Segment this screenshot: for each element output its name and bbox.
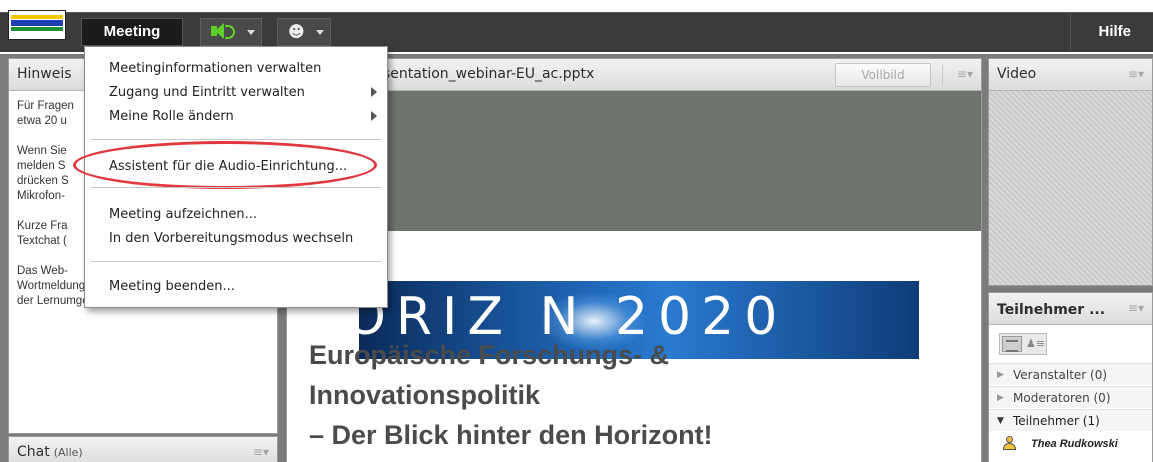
- attendee-row[interactable]: Thea Rudkowski: [989, 433, 1152, 455]
- video-pod-header: Video ≡▾: [989, 59, 1152, 91]
- chat-pod-header: Chat (Alle) ≡▾: [9, 437, 277, 462]
- notes-pod-title: Hinweis: [17, 66, 72, 82]
- menu-item-prepare-mode[interactable]: In den Vorbereitungsmodus wechseln: [109, 231, 353, 246]
- attendee-name: Thea Rudkowski: [1031, 438, 1118, 450]
- chat-pod-title: Chat (Alle): [17, 444, 83, 460]
- camera-person-icon: ☻: [288, 22, 305, 41]
- pod-menu-icon[interactable]: ≡▾: [957, 67, 973, 81]
- slide-title: Europäische Forschungs- & Innovationspol…: [309, 335, 909, 455]
- meeting-dropdown-menu: Meetinginformationen verwalten Zugang un…: [73, 46, 388, 308]
- attendees-pod: Teilnehmer ... ≡▾ ♟≡ ▶ Veranstalter (0) …: [988, 292, 1153, 462]
- chat-title-label: Chat: [17, 444, 50, 460]
- grid-view-icon[interactable]: ♟≡: [1026, 337, 1045, 351]
- pod-menu-icon[interactable]: ≡▾: [1128, 301, 1144, 315]
- slide-title-line: Innovationspolitik: [309, 380, 541, 410]
- list-view-icon[interactable]: [1002, 336, 1022, 352]
- expand-arrow-icon: ▶: [997, 370, 1004, 380]
- group-label: Teilnehmer (1): [1013, 414, 1100, 428]
- menu-separator: [91, 261, 381, 262]
- camera-button[interactable]: ☻: [277, 18, 331, 46]
- submenu-arrow-icon: [371, 87, 377, 97]
- slide-title-line: Europäische Forschungs- &: [309, 340, 670, 370]
- chat-pod: Chat (Alle) ≡▾: [8, 436, 278, 462]
- help-menu[interactable]: Hilfe: [1098, 18, 1131, 46]
- attendee-icon: [1003, 436, 1016, 450]
- menu-item-manage-access[interactable]: Zugang und Eintritt verwalten: [109, 85, 305, 100]
- toolbar-divider: [1070, 14, 1071, 50]
- pod-menu-icon[interactable]: ≡▾: [1128, 67, 1144, 81]
- share-pod-title: sentation_webinar-EU_ac.pptx: [383, 66, 595, 82]
- header-divider: [942, 65, 943, 85]
- fullscreen-button[interactable]: Vollbild: [835, 63, 931, 87]
- expand-arrow-icon: ▶: [997, 393, 1004, 403]
- group-label: Veranstalter (0): [1013, 368, 1108, 382]
- chat-scope-label: (Alle): [53, 446, 83, 459]
- video-pod-title: Video: [997, 66, 1037, 82]
- slide-title-line: – Der Blick hinter den Horizont!: [309, 420, 713, 450]
- share-pod: sentation_webinar-EU_ac.pptx Vollbild ≡▾…: [286, 58, 982, 462]
- audio-dropdown-caret[interactable]: [247, 30, 255, 35]
- app-logo-icon: [8, 10, 66, 40]
- menu-item-manage-meeting-info[interactable]: Meetinginformationen verwalten: [109, 61, 321, 76]
- video-pod: Video ≡▾: [988, 58, 1153, 286]
- meeting-menu-button[interactable]: Meeting: [81, 18, 183, 46]
- audio-button[interactable]: [200, 18, 262, 46]
- menu-item-record-meeting[interactable]: Meeting aufzeichnen...: [109, 207, 257, 222]
- pod-menu-icon[interactable]: ≡▾: [253, 445, 269, 459]
- share-pod-header: sentation_webinar-EU_ac.pptx Vollbild ≡▾: [287, 59, 981, 91]
- attendee-group-participants[interactable]: ▼ Teilnehmer (1): [989, 409, 1152, 431]
- group-label: Moderatoren (0): [1013, 391, 1111, 405]
- menu-separator: [91, 139, 381, 140]
- attendees-pod-header: Teilnehmer ... ≡▾: [989, 293, 1152, 325]
- attendees-pod-title: Teilnehmer ...: [997, 302, 1106, 318]
- highlight-ellipse: [73, 141, 377, 189]
- menu-item-end-meeting[interactable]: Meeting beenden...: [109, 279, 235, 294]
- view-toggle: ♟≡: [999, 333, 1047, 355]
- attendee-group-hosts[interactable]: ▶ Veranstalter (0): [989, 363, 1152, 385]
- slide-top-area: [287, 91, 981, 231]
- attendee-group-presenters[interactable]: ▶ Moderatoren (0): [989, 386, 1152, 408]
- menu-item-change-role[interactable]: Meine Rolle ändern: [109, 109, 234, 124]
- camera-dropdown-caret[interactable]: [316, 30, 324, 35]
- collapse-arrow-icon: ▼: [997, 416, 1004, 426]
- menu-separator: [91, 187, 381, 188]
- submenu-arrow-icon: [371, 111, 377, 121]
- video-area: [989, 91, 1152, 285]
